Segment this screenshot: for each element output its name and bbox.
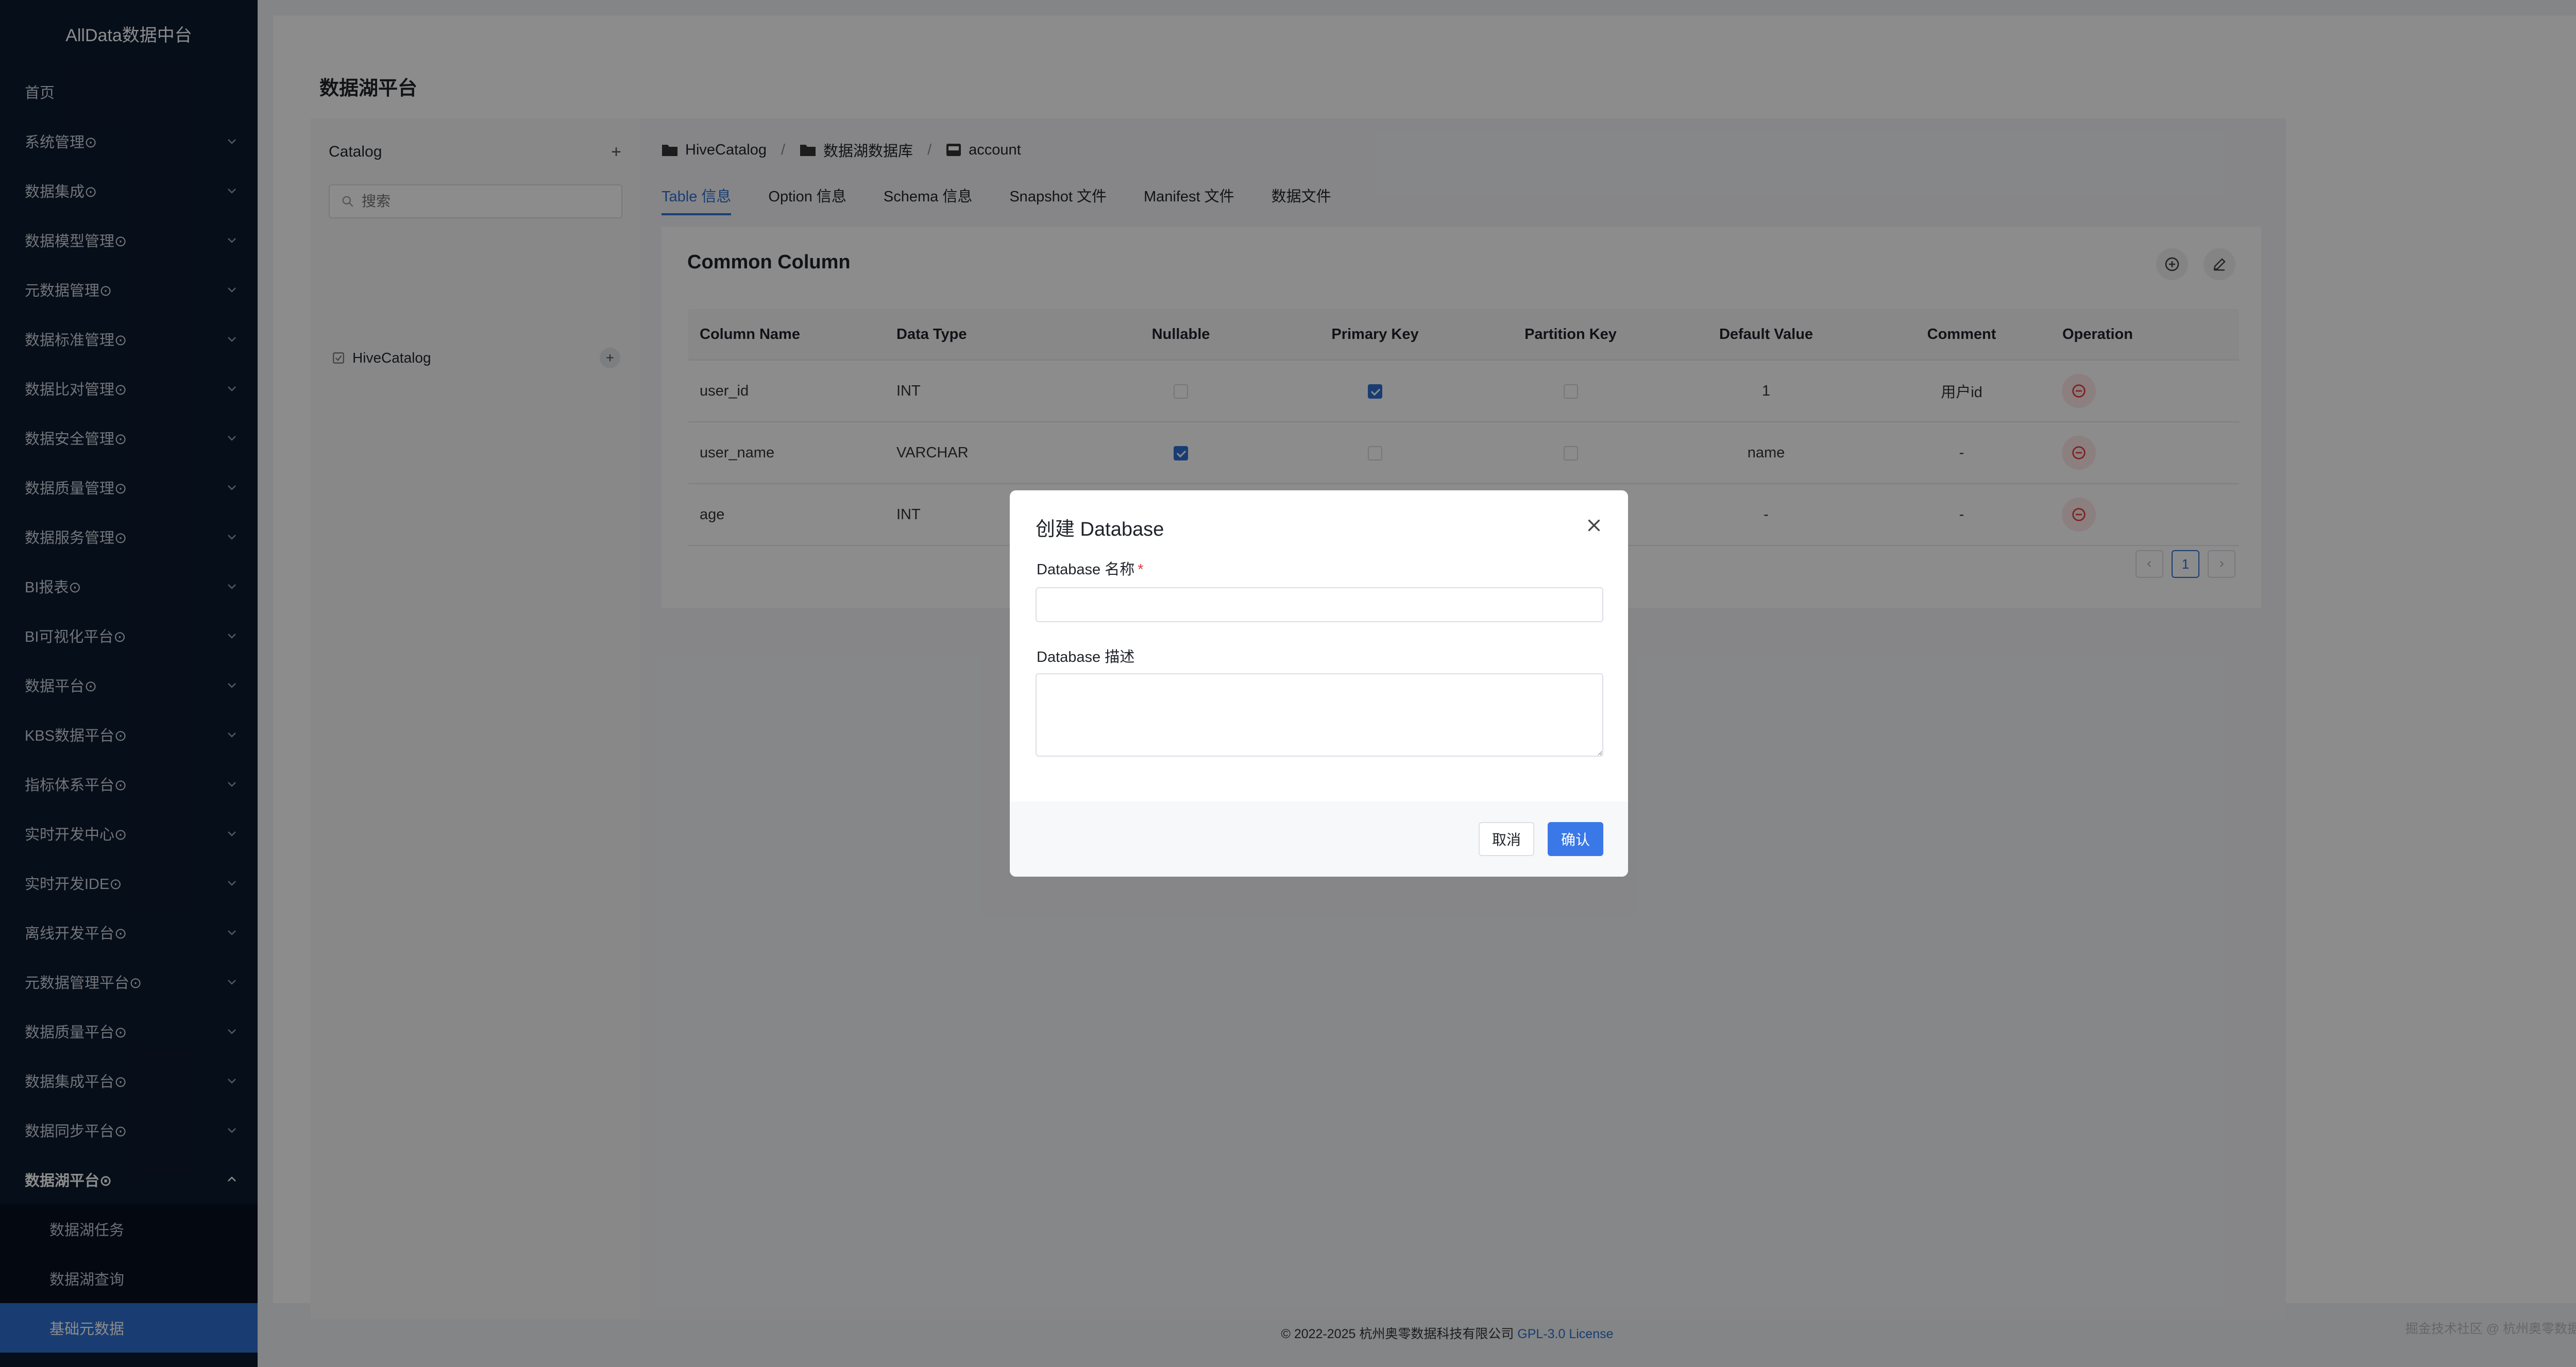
required-mark: *	[1138, 561, 1144, 578]
database-name-label: Database 名称 *	[1037, 557, 1144, 579]
cancel-button[interactable]: 取消	[1478, 822, 1534, 856]
dialog-title: 创建 Database	[1036, 519, 1164, 540]
dialog-footer: 取消 确认	[1010, 801, 1628, 877]
close-icon[interactable]	[1585, 516, 1603, 535]
database-name-label-text: Database 名称	[1037, 561, 1135, 578]
database-desc-textarea[interactable]	[1036, 673, 1603, 757]
create-database-dialog: 创建 Database Database 名称 * Database 描述 取消 …	[1010, 490, 1628, 877]
database-desc-label: Database 描述	[1037, 649, 1135, 665]
confirm-button[interactable]: 确认	[1547, 822, 1603, 856]
database-name-input[interactable]	[1036, 587, 1603, 622]
